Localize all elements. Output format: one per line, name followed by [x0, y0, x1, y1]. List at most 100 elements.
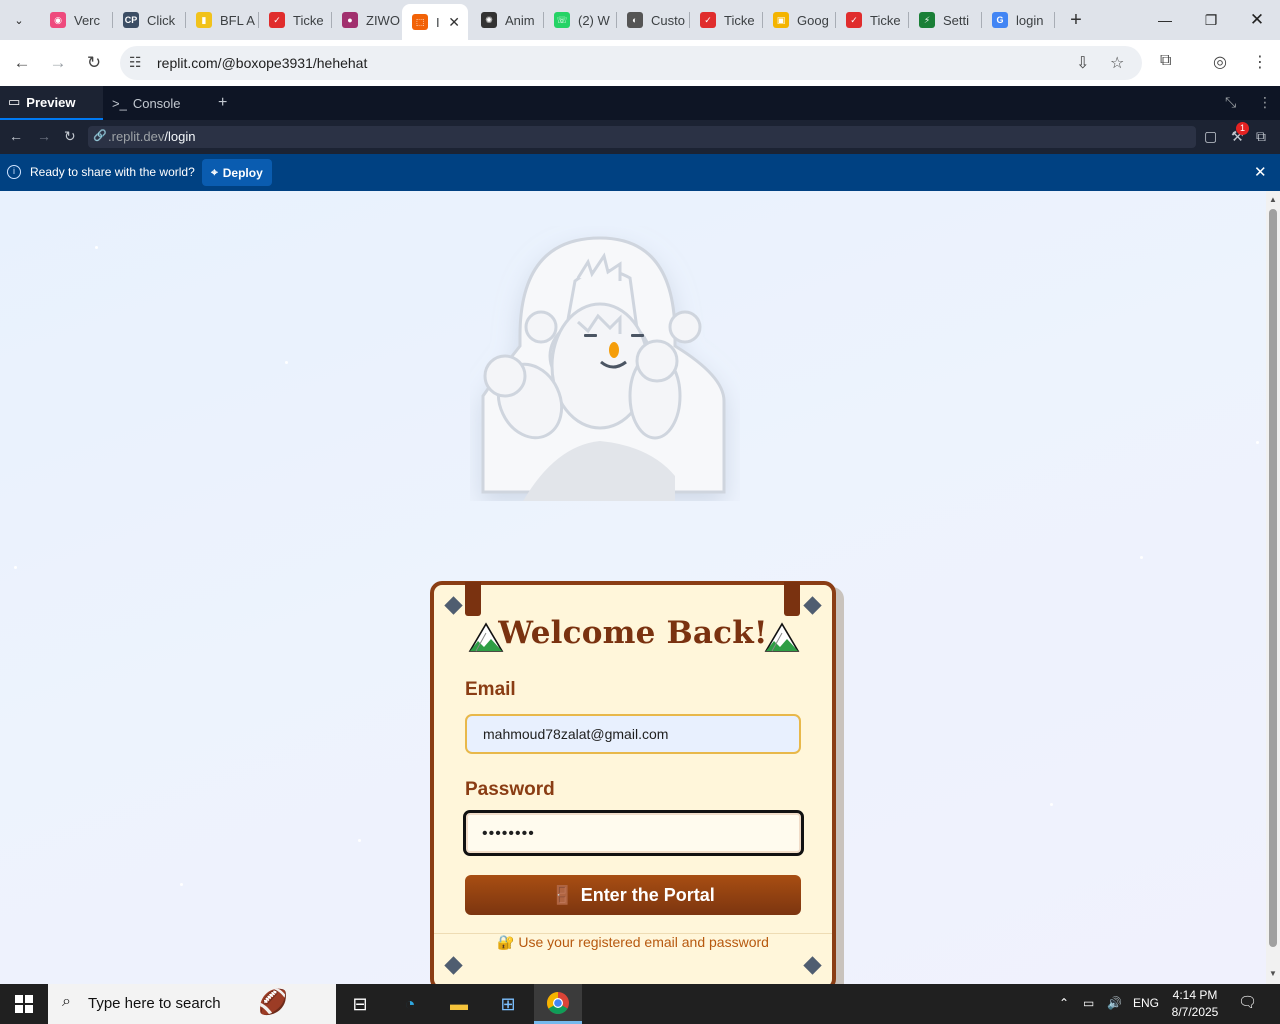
- tab-label: Ticke: [293, 12, 324, 28]
- corner-rivet: [803, 596, 822, 615]
- browser-tab[interactable]: ✓ Ticke: [259, 6, 332, 34]
- profile-icon[interactable]: ◎: [1213, 52, 1227, 72]
- file-explorer-icon[interactable]: ▬: [435, 984, 483, 1024]
- taskbar-clock[interactable]: 4:14 PM 8/7/2025: [1160, 987, 1230, 1021]
- network-icon[interactable]: ▭: [1083, 996, 1094, 1010]
- corner-rivet: [444, 956, 463, 975]
- minimize-button[interactable]: —: [1142, 0, 1188, 40]
- tab-label: Ticke: [724, 12, 755, 28]
- tab-console[interactable]: >_ Console: [104, 86, 209, 120]
- window-close-button[interactable]: ✕: [1234, 0, 1280, 40]
- task-view-icon[interactable]: ⊟: [336, 984, 384, 1024]
- chrome-taskbar-icon[interactable]: [534, 984, 582, 1024]
- extensions-icon[interactable]: ⧉: [1160, 52, 1171, 70]
- mountain-icon: [764, 622, 800, 652]
- browser-tab[interactable]: Glogin: [982, 6, 1055, 34]
- search-highlight-icon: 🏈: [258, 989, 288, 1016]
- browser-tab[interactable]: ▣ Goog: [763, 6, 836, 34]
- devices-icon[interactable]: ▢: [1204, 128, 1217, 145]
- corner-rivet: [444, 596, 463, 615]
- tab-favicon-icon: ◉: [50, 12, 66, 28]
- tab-favicon-icon: ✓: [269, 12, 285, 28]
- tab-label: I: [436, 14, 440, 30]
- sparkle-dot: [95, 246, 98, 249]
- pane-menu-icon[interactable]: ⋮: [1258, 94, 1272, 111]
- page-scrollbar[interactable]: ▲ ▼: [1266, 191, 1280, 984]
- tab-favicon-icon: G: [992, 12, 1008, 28]
- browser-tab[interactable]: CP Click: [113, 6, 186, 34]
- webview-forward-icon[interactable]: →: [37, 128, 51, 144]
- forward-arrow-icon[interactable]: →: [43, 48, 73, 78]
- chrome-menu-icon[interactable]: ⋮: [1252, 52, 1268, 72]
- address-url[interactable]: replit.com/@boxope3931/hehehat: [157, 55, 367, 71]
- tab-favicon-icon: ●: [342, 12, 358, 28]
- store-icon[interactable]: ⊞: [484, 984, 532, 1024]
- tab-label: Ticke: [870, 12, 901, 28]
- deploy-icon: ⌖: [211, 165, 218, 179]
- address-bar[interactable]: ☷ replit.com/@boxope3931/hehehat ⇩ ☆: [120, 46, 1142, 80]
- new-tab-button[interactable]: +: [1064, 8, 1088, 32]
- language-indicator[interactable]: ENG: [1133, 996, 1159, 1010]
- browser-tab[interactable]: ◉ Verc: [40, 6, 113, 34]
- taskbar-search[interactable]: ⌕ Type here to search 🏈: [48, 984, 336, 1024]
- browser-tab[interactable]: ⚡ Setti: [909, 6, 982, 34]
- browser-tab-strip: ⌄ ◉ Verc CP Click ▮ BFL A ✓ Ticke ● ZIWO ⬚ I ✕ ✺ Anim ☏…: [0, 0, 1280, 40]
- tab-label: Goog: [797, 12, 829, 28]
- edge-icon[interactable]: ◔: [386, 984, 434, 1024]
- notifications-icon[interactable]: 🗨: [1238, 993, 1257, 1011]
- terminal-icon: >_: [112, 95, 127, 111]
- browser-tab[interactable]: ◐ Custo: [617, 6, 690, 34]
- password-label: Password: [465, 779, 555, 800]
- tab-search-button[interactable]: ⌄: [6, 8, 32, 32]
- volume-icon[interactable]: 🔊: [1107, 996, 1122, 1010]
- browser-tab[interactable]: ✓ Ticke: [836, 6, 909, 34]
- browser-tab[interactable]: ⬚ I ✕: [402, 4, 468, 40]
- info-icon: i: [7, 165, 21, 179]
- tab-favicon-icon: ☏: [554, 12, 570, 28]
- open-new-window-icon[interactable]: ⧉: [1256, 128, 1266, 145]
- card-strap: [465, 582, 481, 616]
- start-button[interactable]: [0, 984, 48, 1024]
- scroll-up-arrow-icon[interactable]: ▲: [1269, 195, 1277, 204]
- tray-chevron-icon[interactable]: ⌃: [1059, 996, 1069, 1010]
- site-info-icon[interactable]: ☷: [129, 54, 142, 71]
- email-field[interactable]: mahmoud78zalat@gmail.com: [465, 714, 801, 754]
- webview-back-icon[interactable]: ←: [9, 128, 23, 144]
- scroll-down-arrow-icon[interactable]: ▼: [1269, 969, 1277, 978]
- card-strap: [784, 582, 800, 616]
- scroll-thumb[interactable]: [1269, 209, 1277, 947]
- tab-favicon-icon: ▣: [773, 12, 789, 28]
- link-icon: 🔗: [93, 130, 107, 142]
- mascot-illustration: [481, 236, 726, 501]
- deploy-banner: i Ready to share with the world? ⌖ Deplo…: [0, 154, 1280, 191]
- preview-icon: ▭: [8, 94, 21, 109]
- webview-url-input[interactable]: 🔗 .replit.dev/login: [88, 126, 1196, 148]
- password-field[interactable]: ••••••••: [463, 810, 804, 856]
- browser-tab[interactable]: ✺ Anim: [471, 6, 544, 34]
- reload-icon[interactable]: ↻: [79, 48, 109, 78]
- enter-portal-button[interactable]: 🚪 Enter the Portal: [465, 875, 801, 915]
- deploy-button[interactable]: ⌖ Deploy: [202, 159, 272, 186]
- install-app-icon[interactable]: ⇩: [1076, 53, 1089, 73]
- back-arrow-icon[interactable]: ←: [7, 48, 37, 78]
- add-tab-icon[interactable]: +: [218, 94, 227, 112]
- webview-url-bar: ← → ↻ 🔗 .replit.dev/login ▢ ⚒ ⧉: [0, 120, 1280, 154]
- browser-tab[interactable]: ✓ Ticke: [690, 6, 763, 34]
- tab-close-icon[interactable]: ✕: [448, 14, 460, 31]
- tab-label: Anim: [505, 12, 535, 28]
- tab-favicon-icon: ◐: [627, 12, 643, 28]
- bookmark-star-icon[interactable]: ☆: [1110, 53, 1124, 73]
- banner-close-icon[interactable]: ✕: [1254, 163, 1267, 181]
- browser-tab[interactable]: ▮ BFL A: [186, 6, 259, 34]
- restore-button[interactable]: ❐: [1188, 0, 1234, 40]
- collapse-icon[interactable]: ⤡: [1225, 94, 1236, 111]
- tab-favicon-icon: ✺: [481, 12, 497, 28]
- tab-preview[interactable]: ▭ Preview: [0, 86, 103, 120]
- sparkle-dot: [180, 883, 183, 886]
- browser-tab[interactable]: ● ZIWO: [332, 6, 405, 34]
- browser-tab[interactable]: ☏ (2) W: [544, 6, 617, 34]
- webview-reload-icon[interactable]: ↻: [64, 128, 76, 145]
- sparkle-dot: [285, 361, 288, 364]
- windows-taskbar: ⌕ Type here to search 🏈 ⊟ ◔ ▬ ⊞ ⌃ ▭ 🔊 EN…: [0, 984, 1280, 1024]
- tab-label: Setti: [943, 12, 970, 28]
